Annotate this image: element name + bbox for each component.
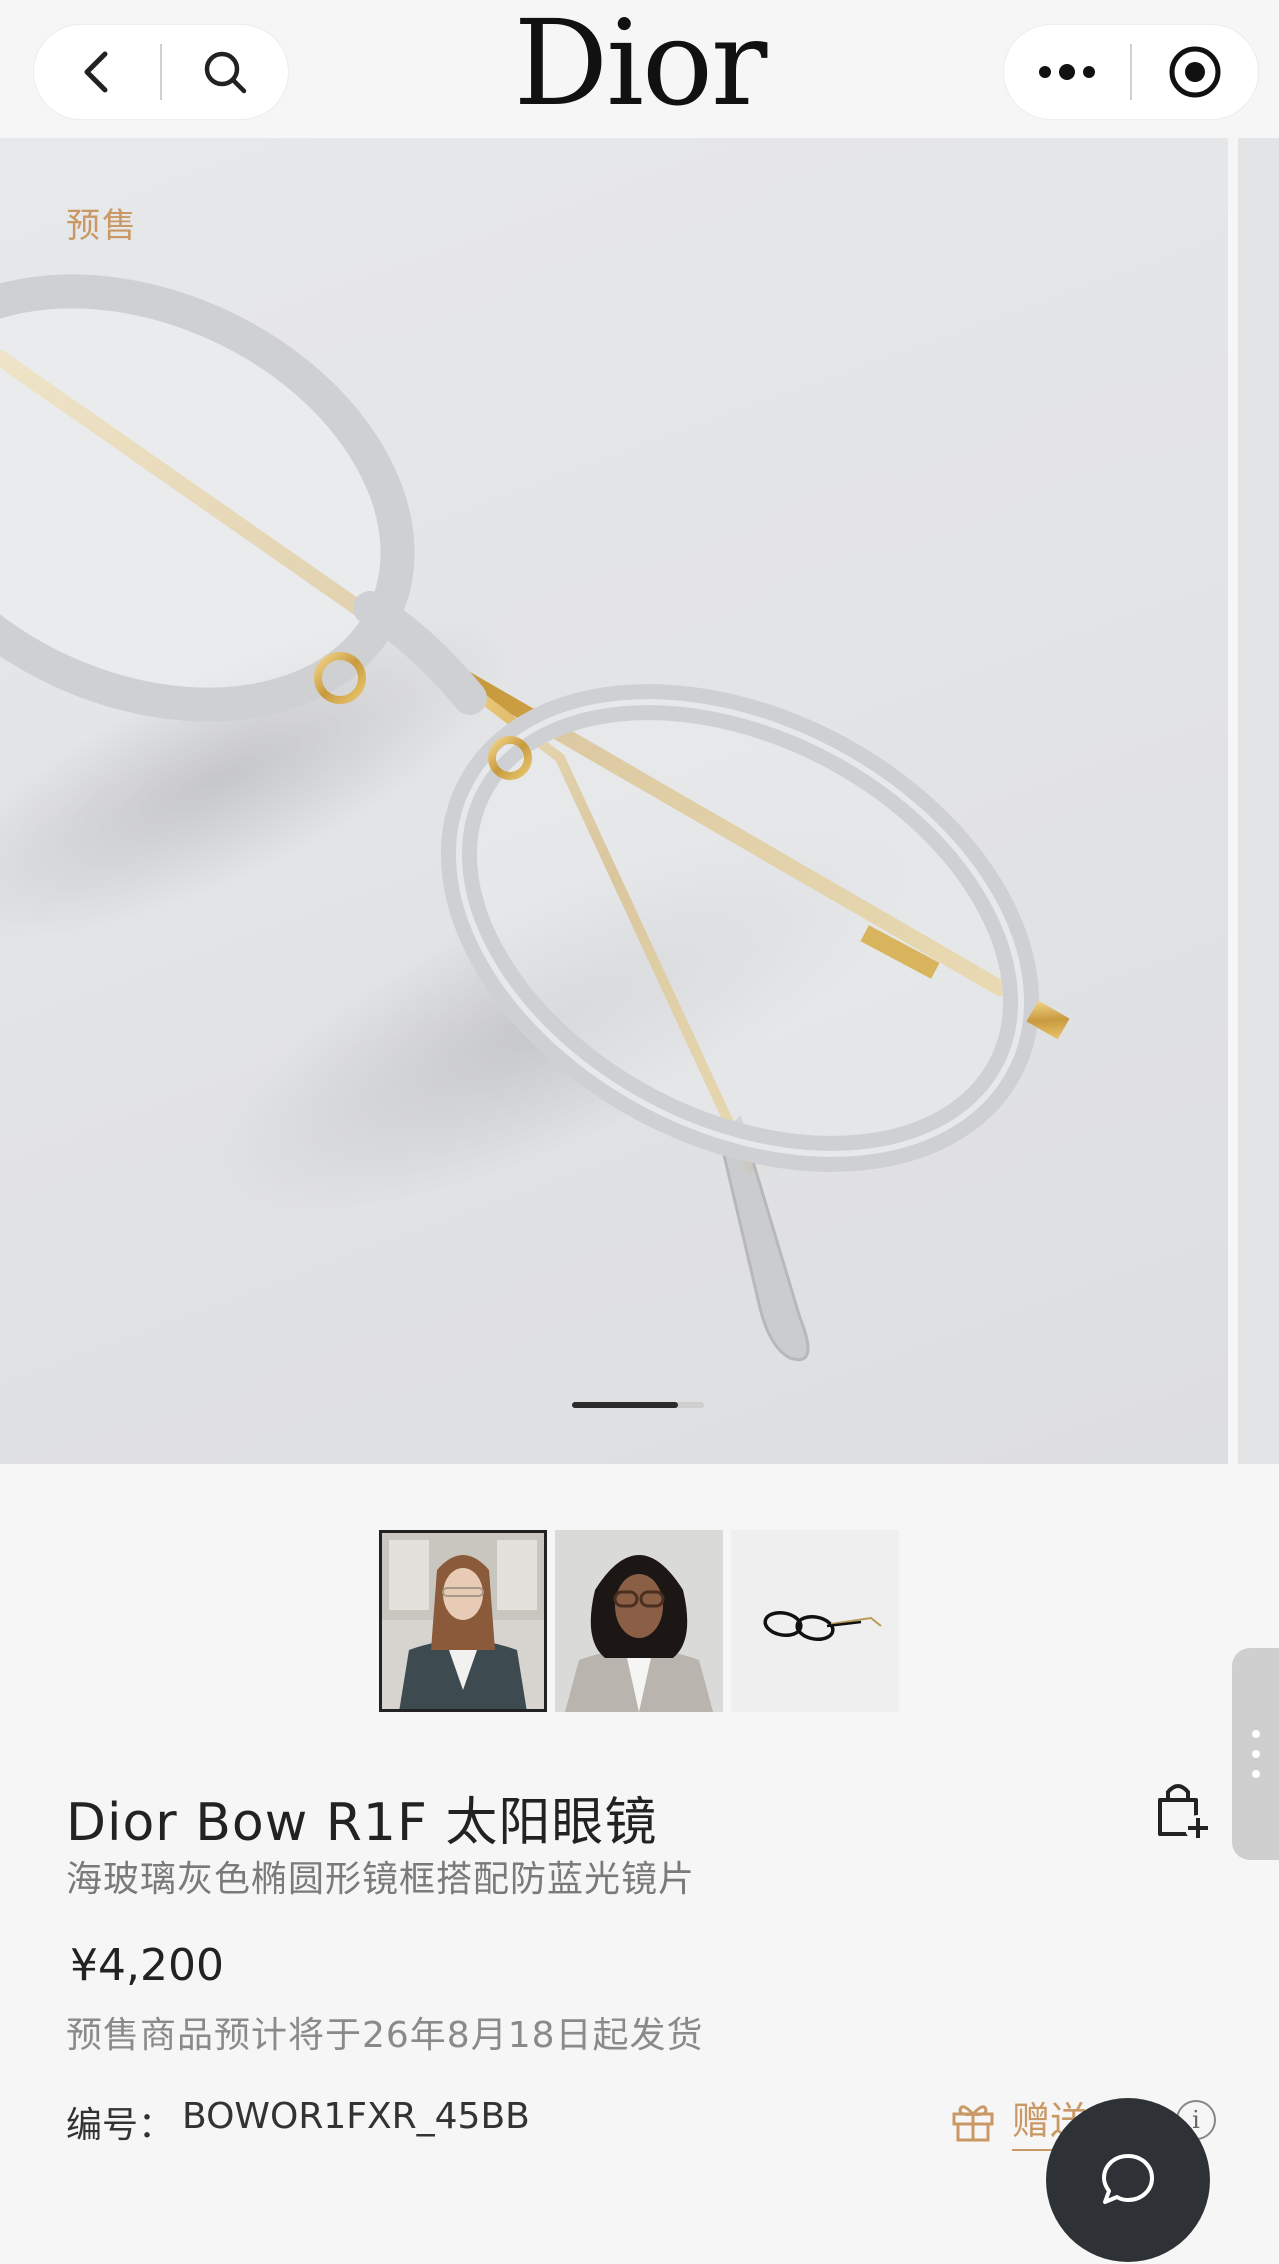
- thumbnail-3[interactable]: [731, 1530, 899, 1712]
- vertical-dots-icon: [1252, 1730, 1260, 1778]
- presale-tag: 预售: [66, 206, 138, 246]
- product-title: Dior Bow R1F 太阳眼镜: [66, 1793, 658, 1853]
- carousel-gap: [1228, 138, 1238, 1464]
- top-bar: Dior: [0, 0, 1279, 138]
- nav-capsule-right: [1003, 24, 1259, 120]
- next-slide-peek[interactable]: [1238, 138, 1279, 1464]
- thumbnail-image-glasses: [731, 1530, 899, 1712]
- shipping-note: 预售商品预计将于26年8月18日起发货: [66, 2015, 704, 2056]
- close-miniprogram-button[interactable]: [1132, 24, 1258, 120]
- product-image-glasses: [0, 274, 1070, 1361]
- thumbnail-image-model-blazer: [555, 1530, 723, 1712]
- carousel-indicator-active: [572, 1402, 678, 1408]
- target-icon: [1169, 46, 1221, 98]
- gift-icon: [952, 2104, 994, 2141]
- product-price: ¥4,200: [70, 1940, 224, 1991]
- side-drawer-handle[interactable]: [1232, 1648, 1279, 1860]
- thumbnail-image-model-denim: [379, 1530, 547, 1712]
- thumbnail-strip: [379, 1530, 899, 1712]
- product-image-carousel[interactable]: [0, 138, 1228, 1464]
- sku-label: 编号：: [66, 2105, 175, 2146]
- customer-service-button[interactable]: [1046, 2098, 1210, 2262]
- carousel-indicator: [572, 1402, 704, 1408]
- chat-bubble-icon: [1102, 2154, 1154, 2204]
- add-to-bag-icon: [1158, 1784, 1211, 1841]
- thumbnail-1[interactable]: [379, 1530, 547, 1712]
- add-to-bag-button[interactable]: [1150, 1778, 1214, 1842]
- more-button[interactable]: [1004, 24, 1130, 120]
- thumbnail-2[interactable]: [555, 1530, 723, 1712]
- sku-value: BOWOR1FXR_45BB: [182, 2096, 530, 2137]
- product-subtitle: 海玻璃灰色椭圆形镜框搭配防蓝光镜片: [66, 1859, 696, 1900]
- more-dots-icon: [1039, 64, 1095, 80]
